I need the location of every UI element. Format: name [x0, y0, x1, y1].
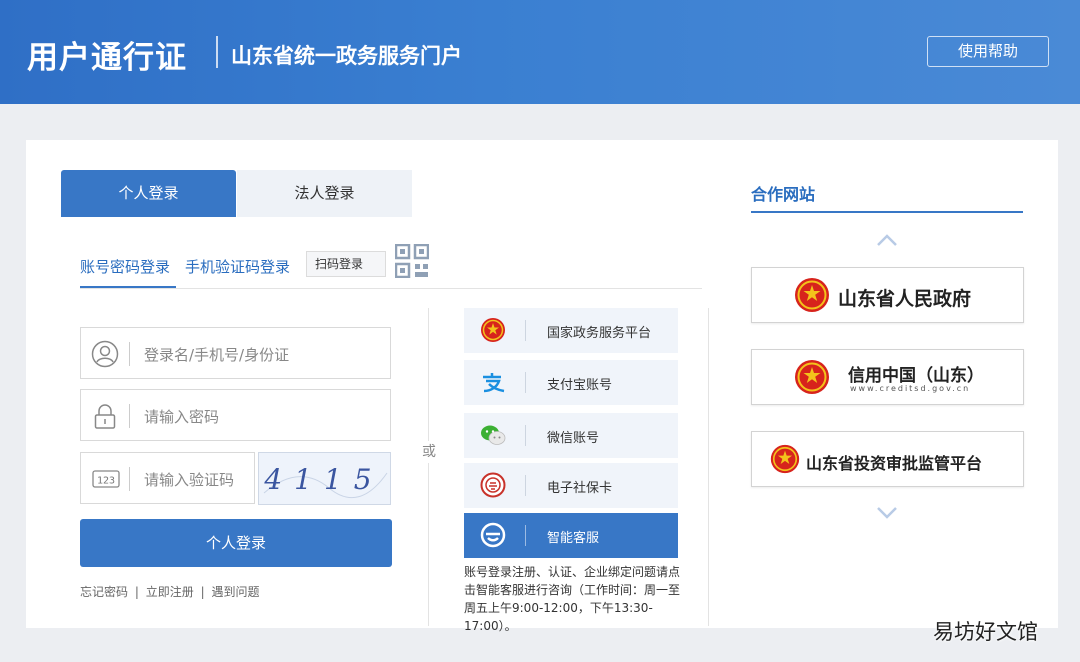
social-security-card-icon [480, 472, 506, 498]
or-label: 或 [420, 441, 438, 463]
chevron-down-icon[interactable] [876, 506, 898, 520]
password-field[interactable]: 请输入密码 [80, 389, 391, 441]
captcha-field[interactable]: 123 请输入验证码 [80, 452, 255, 504]
qr-code-icon[interactable] [395, 244, 429, 278]
svg-text:4115: 4115 [263, 463, 383, 496]
or-divider-line [428, 308, 429, 626]
method-password-login[interactable]: 账号密码登录 [80, 256, 170, 277]
partner-credit-china-shandong[interactable]: 信用中国（山东） www.creditsd.gov.cn [751, 349, 1024, 405]
alt-login-smart-service[interactable]: 智能客服 [464, 513, 678, 558]
alt-login-separator [525, 475, 526, 496]
national-emblem-icon [770, 444, 800, 474]
captcha-graphic: 4115 [263, 463, 388, 498]
partner-sites-title: 合作网站 [751, 185, 816, 204]
method-scan-login[interactable]: 扫码登录 [306, 251, 386, 277]
help-links: 忘记密码 | 立即注册 | 遇到问题 [80, 583, 259, 600]
username-field[interactable]: 登录名/手机号/身份证 [80, 327, 391, 379]
partner-url: www.creditsd.gov.cn [850, 384, 971, 393]
svg-text:123: 123 [97, 476, 115, 487]
title-divider [216, 36, 218, 68]
link-separator: | [200, 585, 205, 599]
watermark-text: 易坊好文馆 [933, 620, 1038, 644]
field-separator [129, 467, 130, 491]
partner-investment-approval-platform[interactable]: 山东省投资审批监管平台 [751, 431, 1024, 487]
service-hours-note: 账号登录注册、认证、企业绑定问题请点击智能客服进行咨询（工作时间：周一至周五上午… [464, 565, 681, 633]
field-separator [129, 404, 130, 428]
alt-login-label: 智能客服 [547, 531, 600, 546]
alt-login-alipay[interactable]: 支付宝账号 [464, 360, 678, 405]
partner-shandong-government[interactable]: 山东省人民政府 [751, 267, 1024, 323]
alt-login-label: 电子社保卡 [547, 481, 613, 496]
national-emblem-icon [795, 360, 829, 394]
alt-login-separator [525, 525, 526, 546]
alt-login-label: 支付宝账号 [547, 378, 613, 393]
captcha-placeholder: 请输入验证码 [144, 471, 235, 489]
partner-name: 山东省人民政府 [838, 288, 972, 310]
tab-legal-person-login[interactable]: 法人登录 [237, 170, 412, 217]
problem-link[interactable]: 遇到问题 [211, 585, 259, 599]
alipay-icon [483, 373, 505, 393]
username-placeholder: 登录名/手机号/身份证 [144, 346, 290, 364]
link-separator: | [134, 585, 139, 599]
field-separator [129, 342, 130, 366]
partner-name: 信用中国（山东） [848, 366, 984, 386]
chevron-up-icon[interactable] [876, 233, 898, 247]
forgot-password-link[interactable]: 忘记密码 [80, 585, 128, 599]
alt-login-national-platform[interactable]: 国家政务服务平台 [464, 308, 678, 353]
partner-title-underline [751, 211, 1023, 213]
smart-service-icon [480, 522, 506, 548]
partner-name: 山东省投资审批监管平台 [806, 454, 983, 473]
personal-login-button[interactable]: 个人登录 [80, 519, 392, 567]
tab-personal-login[interactable]: 个人登录 [61, 170, 236, 217]
alt-login-separator [525, 372, 526, 393]
method-divider [80, 288, 702, 289]
method-sms-login[interactable]: 手机验证码登录 [185, 256, 290, 277]
top-header: 用户通行证 山东省统一政务服务门户 使用帮助 [0, 0, 1080, 104]
portal-subtitle: 山东省统一政务服务门户 [231, 44, 462, 68]
password-placeholder: 请输入密码 [144, 408, 220, 426]
captcha-number-icon: 123 [92, 470, 120, 488]
user-icon [91, 340, 119, 368]
national-emblem-icon [795, 278, 829, 312]
right-divider-line [708, 308, 709, 626]
captcha-image[interactable]: 4115 [258, 452, 391, 505]
alt-login-label: 国家政务服务平台 [547, 326, 652, 341]
national-emblem-icon [481, 318, 505, 342]
alt-login-separator [525, 320, 526, 341]
alt-login-wechat[interactable]: 微信账号 [464, 413, 678, 458]
help-button[interactable]: 使用帮助 [927, 36, 1049, 67]
lock-icon [94, 404, 116, 429]
register-link[interactable]: 立即注册 [146, 585, 194, 599]
alt-login-social-security-card[interactable]: 电子社保卡 [464, 463, 678, 508]
alt-login-separator [525, 425, 526, 446]
active-method-underline [80, 286, 176, 288]
page-title: 用户通行证 [27, 40, 187, 76]
wechat-icon [481, 425, 506, 445]
alt-login-label: 微信账号 [547, 431, 600, 446]
